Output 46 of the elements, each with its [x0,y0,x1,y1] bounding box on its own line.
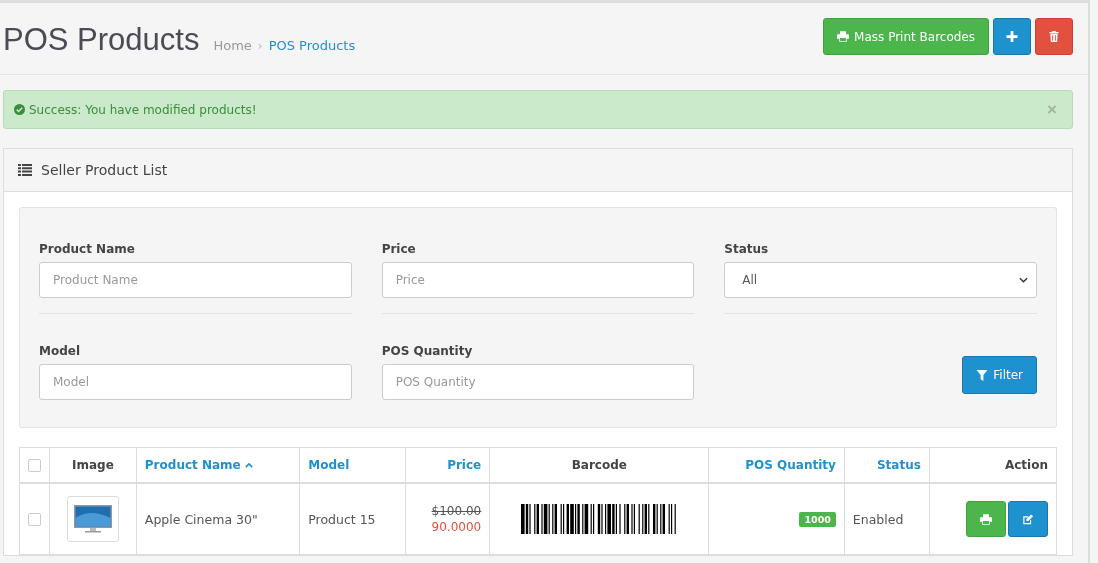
caret-up-icon [244,462,253,468]
add-button[interactable] [993,18,1031,55]
monitor-drawing [72,504,113,534]
select-all-checkbox[interactable] [28,459,41,472]
breadcrumb-link[interactable]: POS Products [268,37,356,53]
filter-input[interactable]: Price [381,262,695,298]
column-sort-link[interactable]: Model [308,458,350,472]
trash-icon [1048,31,1060,42]
filter-button[interactable]: Filter [962,356,1037,394]
filter-label: Status [724,242,770,256]
delete-button[interactable] [1035,18,1073,55]
panel-title: Seller Product List [41,162,168,178]
filter-label: Product Name [39,242,136,256]
chevron-down-icon [1019,277,1028,283]
filter-label: Model [39,344,82,358]
special-price: 90.0000 [430,520,482,534]
product-model: Product 15 [308,511,376,527]
status-select[interactable]: All [724,262,1037,298]
plus-icon [1006,31,1018,42]
filter-input[interactable]: Model [39,364,352,400]
list-icon [18,164,32,176]
filter-label: POS Quantity [381,344,474,358]
printer-icon [837,31,850,42]
column-sort-link[interactable]: Price [447,458,482,472]
product-name: Apple Cinema 30" [144,511,258,527]
alert-message: Success: You have modified products! [29,102,258,117]
column-header: Image [72,458,114,472]
mass-print-button[interactable]: Mass Print Barcodes [823,18,989,55]
page-title: POS Products [3,21,200,58]
product-status: Enabled [852,511,904,527]
filter-input[interactable]: Product Name [39,262,352,298]
breadcrumb-separator-icon: › [257,38,263,53]
edit-icon [1022,513,1034,525]
filter-input[interactable]: POS Quantity [381,364,695,400]
funnel-icon [976,369,989,381]
check-circle-icon [14,104,25,115]
column-header: Barcode [571,458,627,472]
row-checkbox[interactable] [28,513,41,526]
print-barcode-button[interactable] [966,501,1006,537]
printer-icon [980,513,992,525]
edit-button[interactable] [1008,501,1048,537]
breadcrumb-link[interactable]: Home [213,37,252,53]
filter-label: Price [381,242,417,256]
original-price: $100.00 [430,504,482,518]
quantity-badge: 1000 [799,511,836,527]
column-header: Action [1004,458,1048,472]
